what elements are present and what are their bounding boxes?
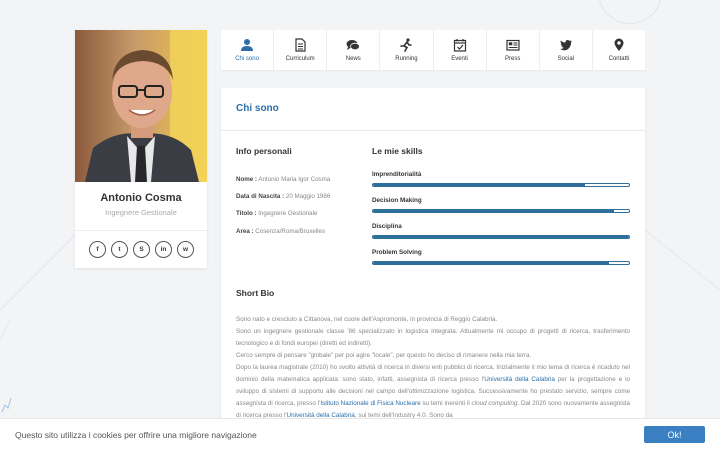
skill-item: Imprenditorialità (372, 171, 630, 187)
page-title: Chi sono (236, 103, 279, 114)
profile-role: Ingegnere Gestionale (105, 208, 177, 217)
info-label: Nome : (236, 176, 257, 183)
bio-emphasis: cloud computing (471, 400, 518, 407)
skill-item: Disciplina (372, 223, 630, 239)
bio-section-title: Short Bio (236, 288, 275, 298)
skill-bar (372, 209, 630, 213)
nav-item-running[interactable]: Running (380, 30, 434, 70)
twitter-icon[interactable]: t (111, 241, 128, 258)
info-row-title: Titolo : Ingegnere Gestionale (236, 210, 317, 217)
cookie-banner: Questo sito utilizza i cookies per offri… (0, 418, 720, 450)
info-value: Cosenza/Roma/Bruxelles (255, 228, 326, 235)
bio-paragraph: Dopo la laurea magistrale (2010) ho svol… (236, 362, 630, 422)
nav-item-contatti[interactable]: Contatti (593, 30, 645, 70)
profile-photo (75, 30, 207, 182)
nav-label: Running (395, 56, 418, 62)
skill-bar (372, 183, 630, 187)
twitter-icon (559, 40, 572, 51)
skype-icon[interactable]: S (133, 241, 150, 258)
skill-bar (372, 235, 630, 239)
info-value: 20 Maggio 1986 (285, 193, 331, 200)
newspaper-icon (506, 39, 520, 51)
nav-item-social[interactable]: Social (540, 30, 593, 70)
social-links: f t S in w (89, 241, 194, 258)
info-row-birth: Data di Nascita : 20 Maggio 1986 (236, 193, 330, 200)
whatsapp-icon[interactable]: w (177, 241, 194, 258)
skill-item: Decision Making (372, 197, 630, 213)
nav-label: Contatti (608, 56, 630, 62)
nav-label: Curriculum (285, 56, 315, 62)
nav-label: Social (557, 56, 574, 62)
nav-label: News (345, 56, 361, 62)
skill-bar-fill (373, 210, 614, 212)
nav-label: Press (505, 56, 521, 62)
skills-section-title: Le mie skills (372, 146, 423, 156)
nav-item-news[interactable]: News (327, 30, 381, 70)
nav-item-eventi[interactable]: Eventi (434, 30, 487, 70)
nav-item-curriculum[interactable]: Curriculum (274, 30, 328, 70)
short-bio: Sono nato e cresciuto a Cittanova, nel c… (236, 314, 630, 422)
skill-bar-fill (373, 236, 629, 238)
infn-link[interactable]: Istituto Nazionale di Fisica Nucleare (320, 400, 420, 407)
divider (75, 230, 207, 231)
skill-name: Imprenditorialità (372, 171, 422, 178)
unical-link[interactable]: Università della Calabria (484, 376, 555, 383)
skill-name: Problem Solving (372, 249, 422, 256)
info-label: Titolo : (236, 210, 257, 217)
divider (221, 130, 645, 131)
skill-bar (372, 261, 630, 265)
info-label: Area : (236, 228, 254, 235)
nav-label: Chi sono (235, 56, 259, 62)
bio-paragraph: Cerco sempre di pensare "globale" per po… (236, 352, 532, 359)
skill-item: Problem Solving (372, 249, 630, 265)
info-row-name: Nome : Antonio Maria Igor Cosma (236, 176, 330, 183)
profile-name: Antonio Cosma (100, 192, 182, 204)
skill-name: Decision Making (372, 197, 422, 204)
document-icon (295, 38, 306, 52)
info-value: Antonio Maria Igor Cosma (258, 176, 331, 183)
running-icon (400, 38, 413, 52)
main-panel: Chi sono Info personali Nome : Antonio M… (221, 88, 645, 450)
background-circle-decoration (598, 0, 662, 24)
map-marker-icon (614, 38, 624, 51)
linkedin-icon[interactable]: in (155, 241, 172, 258)
bio-text: su temi inerenti il (420, 400, 472, 407)
info-value: Ingegnere Gestionale (258, 210, 318, 217)
cookie-text: Questo sito utilizza i cookies per offri… (15, 430, 257, 440)
nav-item-chi-sono[interactable]: Chi sono (221, 30, 275, 70)
nav-label: Eventi (451, 56, 468, 62)
cookie-accept-button[interactable]: Ok! (644, 426, 705, 443)
info-section-title: Info personali (236, 146, 292, 156)
bio-paragraph: Sono un ingegnere gestionale classe '86 … (236, 328, 630, 347)
skill-name: Disciplina (372, 223, 402, 230)
top-navigation: Chi sono Curriculum News Running Eventi … (221, 30, 645, 70)
skill-bar-fill (373, 184, 586, 186)
nav-item-press[interactable]: Press (487, 30, 540, 70)
info-label: Data di Nascita : (236, 193, 285, 200)
calendar-icon (453, 39, 466, 52)
skill-bar-fill (373, 262, 609, 264)
info-row-area: Area : Cosenza/Roma/Bruxelles (236, 228, 325, 235)
comments-icon (346, 40, 361, 51)
bio-paragraph: Sono nato e cresciuto a Cittanova, nel c… (236, 316, 498, 323)
profile-card: Antonio Cosma Ingegnere Gestionale f t S… (75, 30, 207, 268)
user-icon (241, 39, 254, 51)
facebook-icon[interactable]: f (89, 241, 106, 258)
